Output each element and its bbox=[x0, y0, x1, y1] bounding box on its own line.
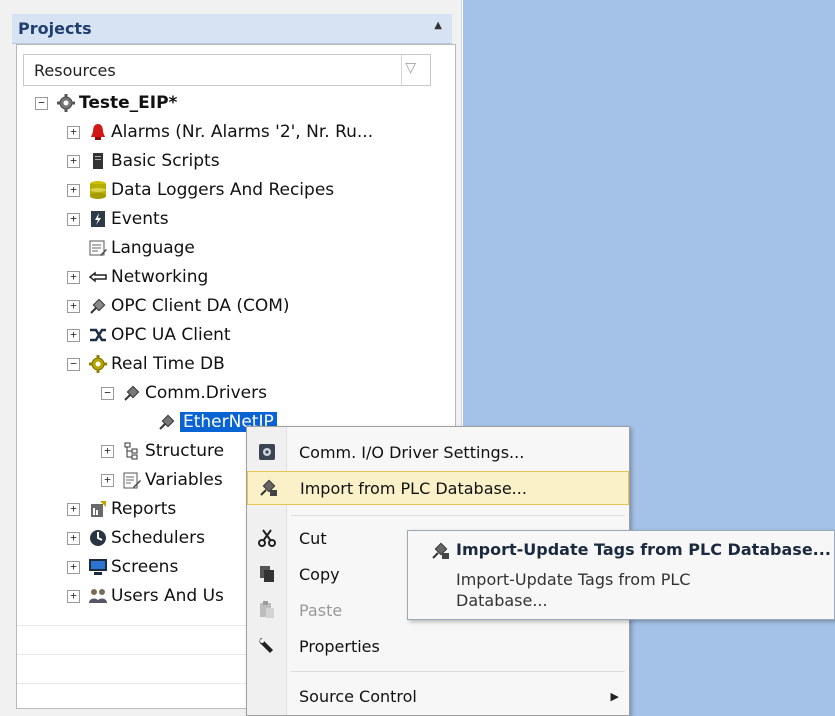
tree-label: OPC UA Client bbox=[111, 325, 231, 345]
bell-icon bbox=[88, 122, 108, 142]
tree-node-schedulers[interactable]: + Schedulers bbox=[67, 524, 205, 552]
plug-icon bbox=[157, 412, 177, 432]
tree-label: Data Loggers And Recipes bbox=[111, 180, 335, 200]
gear-icon bbox=[56, 93, 76, 113]
menu-item-driver-settings[interactable]: Comm. I/O Driver Settings... bbox=[247, 435, 629, 469]
tree-root-label: Teste_EIP* bbox=[79, 93, 178, 113]
wrench-icon bbox=[247, 629, 287, 663]
pane-title: Projects bbox=[18, 19, 92, 38]
expand-toggle[interactable]: + bbox=[67, 560, 80, 574]
expand-toggle[interactable]: + bbox=[67, 212, 80, 226]
tree-node-language[interactable]: Language bbox=[67, 234, 195, 262]
submenu-arrow-icon: ▶ bbox=[610, 689, 619, 703]
expand-toggle[interactable]: + bbox=[101, 473, 114, 487]
tree-label: Comm.Drivers bbox=[145, 383, 267, 403]
collapse-icon[interactable]: ▲ bbox=[434, 20, 442, 31]
script-icon bbox=[88, 151, 108, 171]
tree-label: Real Time DB bbox=[111, 354, 225, 374]
menu-item-import-plc[interactable]: Import from PLC Database... bbox=[247, 471, 629, 505]
tree-node-variables[interactable]: + Variables bbox=[101, 466, 223, 494]
tree-label: Variables bbox=[145, 470, 223, 490]
opc-da-icon bbox=[88, 296, 108, 316]
networking-icon bbox=[88, 267, 108, 287]
expand-toggle[interactable]: + bbox=[67, 270, 80, 284]
tree-node-real-time-db[interactable]: − Real Time DB bbox=[67, 350, 225, 378]
tree-node-opc-ua-client[interactable]: + OPC UA Client bbox=[67, 321, 231, 349]
expand-toggle[interactable]: + bbox=[67, 183, 80, 197]
collapse-toggle[interactable]: − bbox=[35, 96, 48, 110]
pane-header: Projects ▲ bbox=[12, 14, 452, 44]
tree-node-comm-drivers[interactable]: − Comm.Drivers bbox=[101, 379, 267, 407]
clock-icon bbox=[88, 528, 108, 548]
tree-node-alarms[interactable]: + Alarms (Nr. Alarms '2', Nr. Ru... bbox=[67, 118, 373, 146]
filter-icon[interactable]: ▽ bbox=[405, 60, 416, 76]
monitor-icon bbox=[88, 557, 108, 577]
structure-icon bbox=[122, 441, 142, 461]
expand-toggle[interactable]: + bbox=[67, 328, 80, 342]
collapse-toggle[interactable]: − bbox=[67, 357, 80, 371]
import-update-submenu[interactable]: Import-Update Tags from PLC Database... … bbox=[407, 530, 835, 620]
reports-icon bbox=[88, 499, 108, 519]
tree-node-data-loggers[interactable]: + Data Loggers And Recipes bbox=[67, 176, 334, 204]
expand-toggle[interactable]: + bbox=[67, 589, 80, 603]
column-header[interactable]: Resources ▽ bbox=[23, 54, 431, 86]
tree-node-opc-client-da[interactable]: + OPC Client DA (COM) bbox=[67, 292, 290, 320]
tree-label: OPC Client DA (COM) bbox=[111, 296, 290, 316]
scissors-icon bbox=[247, 521, 287, 555]
paste-icon bbox=[247, 593, 287, 627]
tree-label: Alarms (Nr. Alarms '2', Nr. Ru... bbox=[111, 122, 374, 142]
tree-node-networking[interactable]: + Networking bbox=[67, 263, 208, 291]
tree-label: Schedulers bbox=[111, 528, 205, 548]
tree-node-root[interactable]: − Teste_EIP* bbox=[35, 89, 177, 117]
expand-toggle[interactable]: + bbox=[67, 299, 80, 313]
plug-icon bbox=[122, 383, 142, 403]
tree-label: Reports bbox=[111, 499, 177, 519]
submenu-description: Import-Update Tags from PLC Database... bbox=[456, 570, 691, 610]
expand-toggle[interactable]: + bbox=[67, 154, 80, 168]
tree-label: Users And Us bbox=[111, 586, 224, 606]
tree-label: Language bbox=[111, 238, 195, 258]
collapse-toggle[interactable]: − bbox=[101, 386, 114, 400]
submenu-title: Import-Update Tags from PLC Database... bbox=[456, 540, 831, 559]
tree-label: Networking bbox=[111, 267, 209, 287]
tree-label: Basic Scripts bbox=[111, 151, 220, 171]
menu-item-source-control[interactable]: Source Control ▶ bbox=[247, 679, 629, 713]
tree-node-basic-scripts[interactable]: + Basic Scripts bbox=[67, 147, 220, 175]
expand-toggle[interactable]: + bbox=[67, 125, 80, 139]
variables-icon bbox=[122, 470, 142, 490]
expand-toggle[interactable]: + bbox=[67, 531, 80, 545]
import-icon bbox=[248, 471, 288, 505]
expand-toggle[interactable]: + bbox=[67, 502, 80, 516]
gear-icon bbox=[88, 354, 108, 374]
language-icon bbox=[88, 238, 108, 258]
tree-node-reports[interactable]: + Reports bbox=[67, 495, 176, 523]
tree-node-screens[interactable]: + Screens bbox=[67, 553, 178, 581]
database-icon bbox=[88, 180, 108, 200]
users-icon bbox=[88, 586, 108, 606]
column-header-label: Resources bbox=[34, 61, 116, 80]
driver-settings-icon bbox=[247, 435, 287, 469]
expand-toggle[interactable]: + bbox=[101, 444, 114, 458]
opc-ua-icon bbox=[88, 325, 108, 345]
copy-icon bbox=[247, 557, 287, 591]
tree-node-users[interactable]: + Users And Us bbox=[67, 582, 224, 610]
events-icon bbox=[88, 209, 108, 229]
tree-node-structure[interactable]: + Structure bbox=[101, 437, 224, 465]
tree-node-events[interactable]: + Events bbox=[67, 205, 169, 233]
tree-label: Structure bbox=[145, 441, 225, 461]
menu-item-properties[interactable]: Properties bbox=[247, 629, 629, 663]
import-icon bbox=[430, 541, 450, 566]
tree-label: Screens bbox=[111, 557, 179, 577]
tree-label: Events bbox=[111, 209, 169, 229]
